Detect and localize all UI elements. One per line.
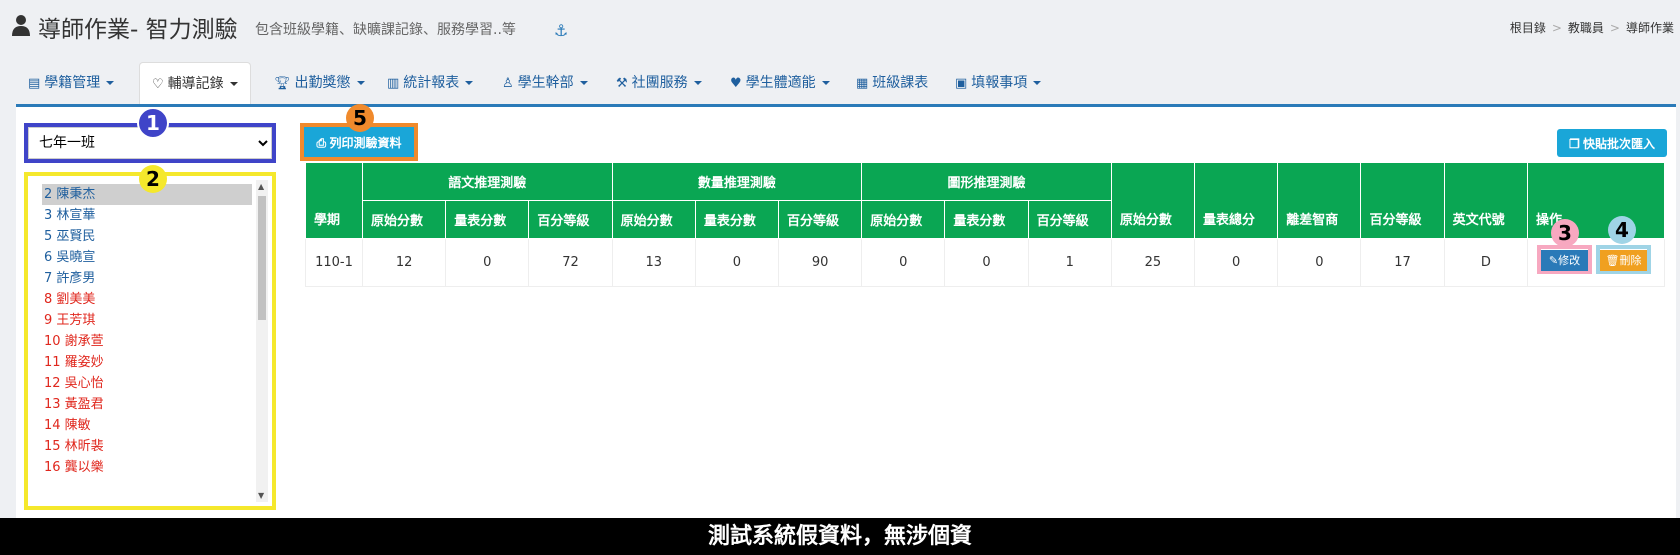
user-icon [12,15,30,36]
breadcrumb-current: 導師作業 [1625,21,1674,35]
cell-value: 72 [528,238,613,287]
col-verbal-pr: 百分等級 [528,200,613,239]
student-list-item[interactable]: 12 吳心怡 [42,373,252,394]
main-nav: ▤ 學籍管理 ♡ 輔導記錄 🏆︎ 出勤獎懲 ▥ 統計報表 ♙ 學生幹部 ⚒ 社團服務 ♥ 學生… [16,62,1676,105]
scroll-up-icon[interactable]: ▲ [258,182,264,191]
delete-button[interactable]: 🗑︎刪除 [1600,249,1647,271]
heart-icon: ♡ [152,77,164,92]
col-total-scale: 量表總分 [1194,162,1279,239]
breadcrumb-staff[interactable]: 教職員 [1568,21,1604,35]
student-list-highlight: 2 陳秉杰 3 林宣華 5 巫賢民 6 吳曉宣 7 許彥男 8 劉美美 9 王芳琪 10 謝承… [24,172,276,510]
cell-value: 0 [694,238,780,287]
group-numerical: 數量推理測驗 [611,162,863,201]
quick-paste-import-button[interactable]: ❐ 快貼批次匯入 [1557,129,1667,157]
annotation-badge-1: 1 [137,107,169,139]
tools-icon: ⚒ [616,76,628,91]
person-icon: ♙ [502,76,514,91]
scroll-thumb[interactable] [258,196,266,320]
heartbeat-icon: ♥ [730,76,742,91]
cell-term: 110-1 [305,238,363,287]
tab-student-leaders[interactable]: ♙ 學生幹部 [490,62,600,104]
table-row: 110-1 12 0 72 13 0 90 0 0 1 25 0 0 17 D [305,238,1665,287]
cell-value: D [1443,238,1529,287]
cell-value: 0 [1194,238,1279,287]
edit-icon: ✎ [1548,255,1559,267]
edit-button-highlight: ✎修改 [1537,245,1592,274]
cell-value: 0 [1277,238,1362,287]
scroll-down-icon[interactable]: ▼ [258,491,264,500]
annotation-badge-3: 3 [1551,219,1579,247]
cell-value: 90 [778,238,863,287]
col-numerical-pr: 百分等級 [778,200,863,239]
tab-class-schedule[interactable]: ▦ 班級課表 [844,62,940,104]
breadcrumb: 根目錄 > 教職員 > 導師作業 [1509,21,1674,35]
col-total-raw: 原始分數 [1110,162,1196,239]
iq-test-table: 學期 語文推理測驗 數量推理測驗 圖形推理測驗 原始分數 量表總分 離差智商 百… [305,162,1665,287]
annotation-badge-5: 5 [346,104,374,132]
col-numerical-raw: 原始分數 [611,200,696,239]
student-list[interactable]: 2 陳秉杰 3 林宣華 5 巫賢民 6 吳曉宣 7 許彥男 8 劉美美 9 王芳琪 10 謝承… [42,184,252,478]
col-numerical-scale: 量表分數 [694,200,780,239]
page-title: 導師作業- 智力測驗 [38,17,238,43]
col-verbal-raw: 原始分數 [361,200,447,239]
student-list-item[interactable]: 15 林昕裴 [42,436,252,457]
title-bar: 導師作業- 智力測驗 包含班級學籍、缺曠課記錄、服務學習..等 ⚓ 根目錄 > 教職… [0,0,1680,56]
anchor-icon[interactable]: ⚓ [554,21,568,40]
group-verbal: 語文推理測驗 [362,162,613,201]
delete-button-highlight: 🗑︎刪除 [1596,245,1651,274]
student-list-item[interactable]: 6 吳曉宣 [42,247,252,268]
bar-chart-icon: ▥ [387,76,400,91]
copy-icon: ❐ [1568,136,1584,151]
cell-value: 25 [1110,238,1196,287]
breadcrumb-root[interactable]: 根目錄 [1510,21,1546,35]
col-letter-code: 英文代號 [1443,162,1529,239]
student-list-item[interactable]: 11 羅姿妙 [42,352,252,373]
cell-value: 0 [861,238,946,287]
printer-icon: ⎙ [316,135,330,150]
form-icon: ▣ [955,76,968,91]
student-list-item[interactable]: 14 陳敏 [42,415,252,436]
annotation-badge-2: 2 [139,165,167,193]
col-figural-scale: 量表分數 [944,200,1029,239]
col-figural-pr: 百分等級 [1027,200,1112,239]
tab-report-items[interactable]: ▣ 填報事項 [943,62,1053,104]
page-subtitle: 包含班級學籍、缺曠課記錄、服務學習..等 [255,22,516,38]
edit-button[interactable]: ✎修改 [1541,249,1588,271]
col-actions: 操作 [1527,162,1665,239]
student-list-item[interactable]: 13 黃盈君 [42,394,252,415]
trophy-icon: 🏆︎ [274,76,291,91]
tab-statistics[interactable]: ▥ 統計報表 [375,62,485,104]
tab-fitness[interactable]: ♥ 學生體適能 [718,62,842,104]
student-list-item[interactable]: 7 許彥男 [42,268,252,289]
table-icon: ▦ [856,76,869,91]
id-card-icon: ▤ [28,76,41,91]
student-list-scrollbar[interactable]: ▲ ▼ [256,180,268,502]
col-deviation-iq: 離差智商 [1277,162,1362,239]
annotation-badge-4: 4 [1608,216,1636,244]
col-verbal-scale: 量表分數 [445,200,530,239]
student-list-item[interactable]: 16 龔以樂 [42,457,252,478]
trash-icon: 🗑︎ [1605,255,1620,267]
cell-value: 12 [361,238,447,287]
student-list-item[interactable]: 3 林宣華 [42,205,252,226]
tab-attendance[interactable]: 🏆︎ 出勤獎懲 [262,62,377,104]
cell-value: 17 [1360,238,1445,287]
cell-value: 0 [944,238,1029,287]
tab-club-service[interactable]: ⚒ 社團服務 [604,62,714,104]
cell-value: 0 [445,238,530,287]
student-list-item[interactable]: 5 巫賢民 [42,226,252,247]
student-list-item[interactable]: 9 王芳琪 [42,310,252,331]
student-list-item[interactable]: 10 謝承萱 [42,331,252,352]
disclaimer-banner: 測試系統假資料，無涉個資 [0,518,1680,555]
col-percentile: 百分等級 [1360,162,1445,239]
group-figural: 圖形推理測驗 [861,162,1112,201]
tab-counseling[interactable]: ♡ 輔導記錄 [139,62,251,105]
col-term: 學期 [305,162,363,239]
tab-student-records[interactable]: ▤ 學籍管理 [16,62,126,104]
col-figural-raw: 原始分數 [861,200,946,239]
student-list-item[interactable]: 8 劉美美 [42,289,252,310]
cell-value: 1 [1027,238,1112,287]
cell-value: 13 [611,238,696,287]
